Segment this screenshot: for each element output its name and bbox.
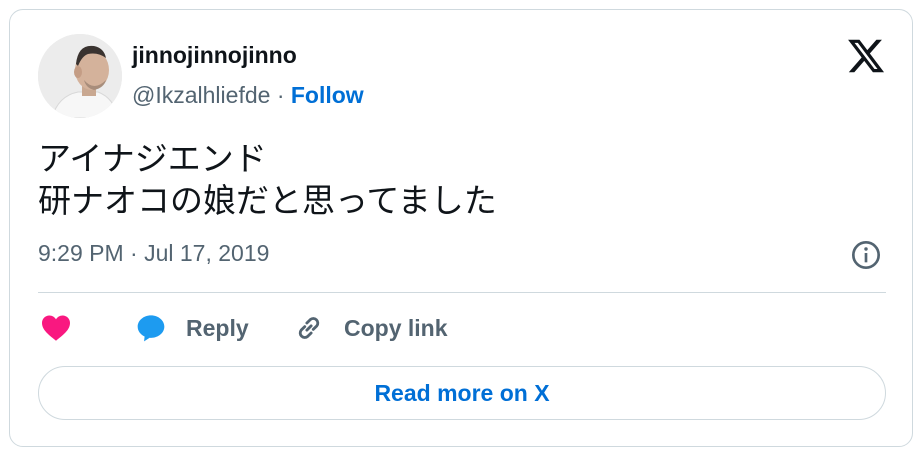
x-logo-icon[interactable]: [846, 36, 886, 76]
like-button[interactable]: [40, 308, 80, 348]
separator-dot: ·: [276, 82, 285, 108]
tweet-card: jinnojinnojinno @Ikzalhliefde · Follow ア…: [9, 9, 913, 447]
follow-link[interactable]: Follow: [291, 82, 364, 108]
reply-button[interactable]: Reply: [134, 308, 249, 348]
user-handle[interactable]: @Ikzalhliefde: [132, 82, 270, 108]
handle-row: @Ikzalhliefde · Follow: [132, 82, 364, 109]
tweet-text-line: 研ナオコの娘だと思ってました: [38, 182, 497, 219]
avatar[interactable]: [38, 34, 122, 118]
display-name[interactable]: jinnojinnojinno: [132, 42, 297, 69]
tweet-text-line: アイナジエンド: [38, 140, 267, 177]
link-icon: [298, 317, 320, 339]
reply-bubble-icon: [137, 315, 165, 342]
divider: [38, 292, 886, 293]
copy-link-label: Copy link: [344, 314, 448, 341]
reply-label: Reply: [186, 314, 249, 341]
heart-icon: [42, 315, 70, 341]
tweet-timestamp[interactable]: 9:29 PM · Jul 17, 2019: [38, 240, 269, 267]
read-more-button[interactable]: Read more on X: [38, 366, 886, 420]
copy-link-button[interactable]: Copy link: [292, 308, 448, 348]
info-icon[interactable]: [850, 239, 882, 271]
read-more-label: Read more on X: [374, 379, 550, 406]
avatar-image: [38, 34, 122, 118]
tweet-text: アイナジエンド 研ナオコの娘だと思ってました: [38, 138, 497, 222]
